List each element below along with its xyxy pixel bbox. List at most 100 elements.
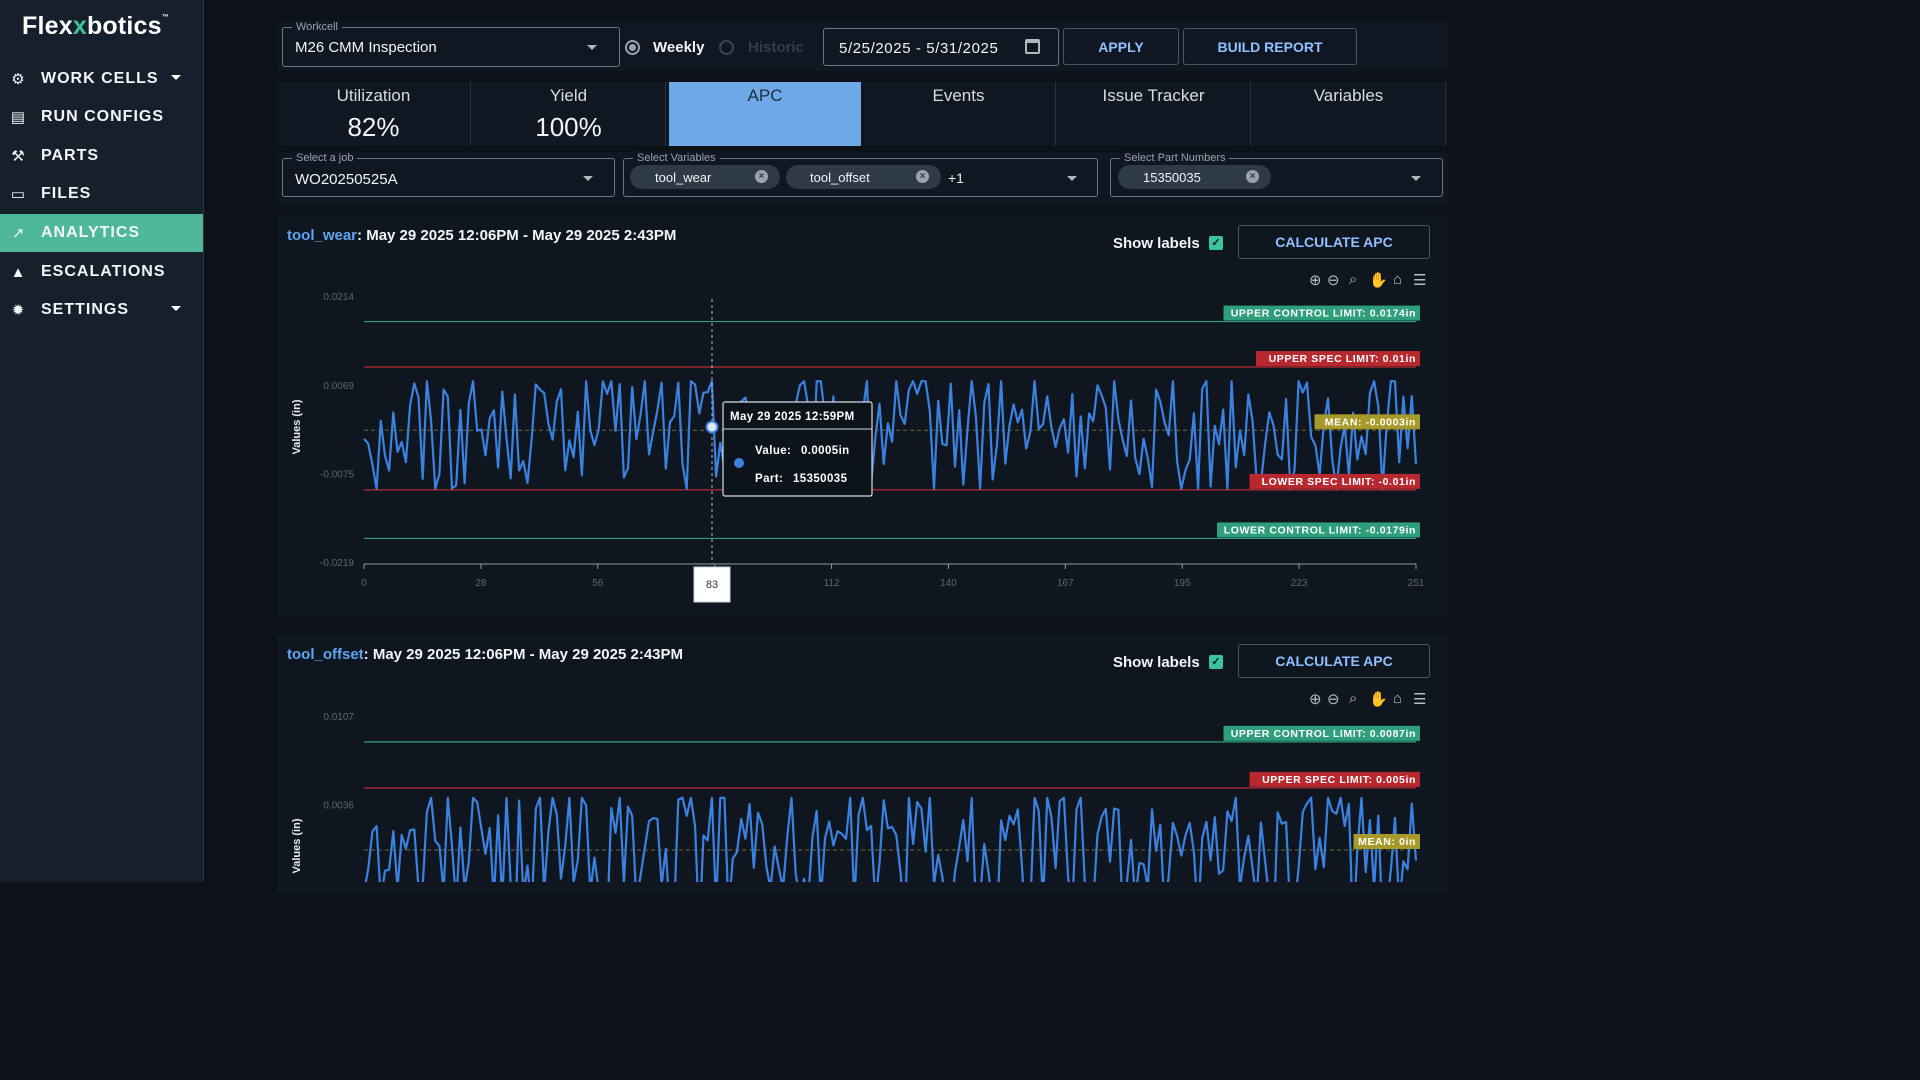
x-marker-box xyxy=(693,566,731,603)
workcell-select[interactable]: Workcell M26 CMM Inspection xyxy=(282,20,620,67)
workcell-value: M26 CMM Inspection xyxy=(295,39,437,56)
limit-badge-label: MEAN: -0.0003in xyxy=(1325,416,1416,428)
tab-label: Issue Tracker xyxy=(1102,86,1205,105)
calculate-apc-button[interactable]: CALCULATE APC xyxy=(1238,225,1430,259)
chip-label: tool_wear xyxy=(655,169,712,185)
close-icon[interactable]: × xyxy=(755,170,768,183)
pan-hand-icon[interactable]: ✋ xyxy=(1369,690,1388,708)
x-tick-label: 0 xyxy=(361,578,367,589)
tab-label: Variables xyxy=(1313,86,1384,105)
limit-badge-bg xyxy=(1314,414,1420,430)
menu-icon[interactable]: ☰ xyxy=(1413,271,1426,289)
build-report-button[interactable]: BUILD REPORT xyxy=(1183,28,1357,65)
tab-utilization[interactable]: Utilization 82% xyxy=(277,82,471,146)
sidebar-item-label: SETTINGS xyxy=(41,301,130,318)
sidebar-item-analytics[interactable]: ↗ ANALYTICS xyxy=(0,214,203,252)
sidebar-item-label: ANALYTICS xyxy=(41,224,141,241)
zoom-out-icon[interactable]: ⊖ xyxy=(1327,271,1340,289)
chart-date-range: : May 29 2025 12:06PM - May 29 2025 2:43… xyxy=(357,227,677,244)
variable-chip[interactable]: tool_offset × xyxy=(786,165,941,189)
chip-label: 15350035 xyxy=(1143,169,1201,185)
sidebar-item-escalations[interactable]: ▲ ESCALATIONS xyxy=(0,253,203,291)
calculate-apc-button[interactable]: CALCULATE APC xyxy=(1238,644,1430,678)
sidebar-item-work-cells[interactable]: ⚙ WORK CELLS xyxy=(0,60,203,98)
series-line xyxy=(364,796,1418,882)
magnifier-icon[interactable]: ⌕ xyxy=(1349,690,1357,707)
close-icon[interactable]: × xyxy=(916,170,929,183)
home-icon[interactable]: ⌂ xyxy=(1393,690,1402,707)
chart-toolbar: ⊕ ⊖ ⌕ ✋ ⌂ ☰ xyxy=(1309,271,1426,289)
sidebar-item-label: PARTS xyxy=(41,147,100,164)
show-labels-label: Show labels xyxy=(1113,654,1200,671)
date-range-field[interactable]: 5/25/2025 - 5/31/2025 xyxy=(823,28,1059,66)
tab-yield[interactable]: Yield 100% xyxy=(472,82,666,146)
part-chip[interactable]: 15350035 × xyxy=(1118,165,1271,189)
home-icon[interactable]: ⌂ xyxy=(1393,271,1402,288)
zoom-in-icon[interactable]: ⊕ xyxy=(1309,690,1322,708)
chevron-down-icon[interactable] xyxy=(171,75,181,80)
folder-icon: ▭ xyxy=(10,186,26,203)
tab-events[interactable]: Events xyxy=(862,82,1056,146)
y-tick-label: 0.0107 xyxy=(323,712,354,723)
tabs-bar: Utilization 82% Yield 100% APC Events Issue Tr… xyxy=(277,82,1448,146)
tooltip-value-label: Value: xyxy=(755,445,791,457)
document-icon: ▤ xyxy=(10,109,26,126)
sidebar: Flexxbotics™ ⚙ WORK CELLS ▤ RUN CONFIGS ⚒ PAR… xyxy=(0,0,204,882)
chart-line-icon: ↗ xyxy=(11,225,25,242)
show-labels-checkbox[interactable]: ✓ xyxy=(1209,655,1223,669)
tab-value: 100% xyxy=(535,112,602,142)
tooltip-box xyxy=(722,401,873,497)
sidebar-item-files[interactable]: ▭ FILES xyxy=(0,175,203,213)
limit-badge-usl: UPPER SPEC LIMIT: 0.01in xyxy=(1256,351,1420,367)
chart-variable-name[interactable]: tool_offset xyxy=(287,646,364,663)
variable-chip[interactable]: tool_wear × xyxy=(630,165,780,189)
y-axis-label: Values (in) xyxy=(291,818,303,873)
tooltip-part: 15350035 xyxy=(793,473,848,485)
job-select[interactable]: Select a job WO20250525A xyxy=(282,151,615,197)
tooltip-part-label: Part: xyxy=(755,473,783,485)
menu-icon[interactable]: ☰ xyxy=(1413,690,1426,708)
variables-legend: Select Variables xyxy=(633,151,720,165)
date-range-value: 5/25/2025 - 5/31/2025 xyxy=(839,40,999,57)
chart-variable-name[interactable]: tool_wear xyxy=(287,227,357,244)
x-tick-label: 223 xyxy=(1291,578,1308,589)
limit-badge-bg xyxy=(1249,473,1420,489)
close-icon[interactable]: × xyxy=(1246,170,1259,183)
sidebar-item-run-configs[interactable]: ▤ RUN CONFIGS xyxy=(0,98,203,136)
tab-apc[interactable]: APC xyxy=(669,82,861,146)
pan-hand-icon[interactable]: ✋ xyxy=(1369,271,1388,289)
zoom-out-icon[interactable]: ⊖ xyxy=(1327,690,1340,708)
limit-badge-lsl: LOWER SPEC LIMIT: -0.01in xyxy=(1249,473,1420,489)
sidebar-item-parts[interactable]: ⚒ PARTS xyxy=(0,137,203,175)
robot-arm-icon: ⚙ xyxy=(11,71,25,88)
calendar-icon[interactable] xyxy=(1025,39,1040,54)
apc-chart[interactable]: Values (in) 0.0214 0.0069 -0.0075 -0.0219 UPP… xyxy=(277,215,1448,615)
x-tick-label: 140 xyxy=(940,578,957,589)
limit-badge-label: UPPER SPEC LIMIT: 0.01in xyxy=(1269,353,1416,365)
chip-label: tool_offset xyxy=(810,169,870,185)
limit-badge-label: UPPER CONTROL LIMIT: 0.0174in xyxy=(1231,308,1416,320)
tab-variables[interactable]: Variables xyxy=(1252,82,1446,146)
chart-heading: tool_offset: May 29 2025 12:06PM - May 2… xyxy=(287,646,683,663)
x-tick-label: 195 xyxy=(1174,578,1191,589)
chevron-down-icon xyxy=(1411,176,1421,181)
sidebar-item-settings[interactable]: ✹ SETTINGS xyxy=(0,291,203,329)
apply-button[interactable]: APPLY xyxy=(1063,28,1179,65)
tooltip-title: May 29 2025 12:59PM xyxy=(730,411,855,423)
magnifier-icon[interactable]: ⌕ xyxy=(1349,271,1357,288)
tooltip-value: 0.0005in xyxy=(801,445,850,457)
x-tick-label: 167 xyxy=(1057,578,1074,589)
chevron-down-icon xyxy=(587,45,597,50)
y-tick-label: 0.0214 xyxy=(323,292,354,303)
sidebar-item-label: FILES xyxy=(41,185,92,202)
hover-point xyxy=(705,420,719,434)
show-labels-checkbox[interactable]: ✓ xyxy=(1209,236,1223,250)
parts-select[interactable]: Select Part Numbers 15350035 × xyxy=(1110,151,1443,197)
job-value: WO20250525A xyxy=(295,171,398,188)
limit-badge-bg xyxy=(1353,834,1420,849)
variables-select[interactable]: Select Variables tool_wear × tool_offset ×… xyxy=(623,151,1098,197)
tab-issue-tracker[interactable]: Issue Tracker xyxy=(1057,82,1251,146)
zoom-in-icon[interactable]: ⊕ xyxy=(1309,271,1322,289)
tab-label: Events xyxy=(932,86,985,105)
chevron-down-icon[interactable] xyxy=(171,306,181,311)
